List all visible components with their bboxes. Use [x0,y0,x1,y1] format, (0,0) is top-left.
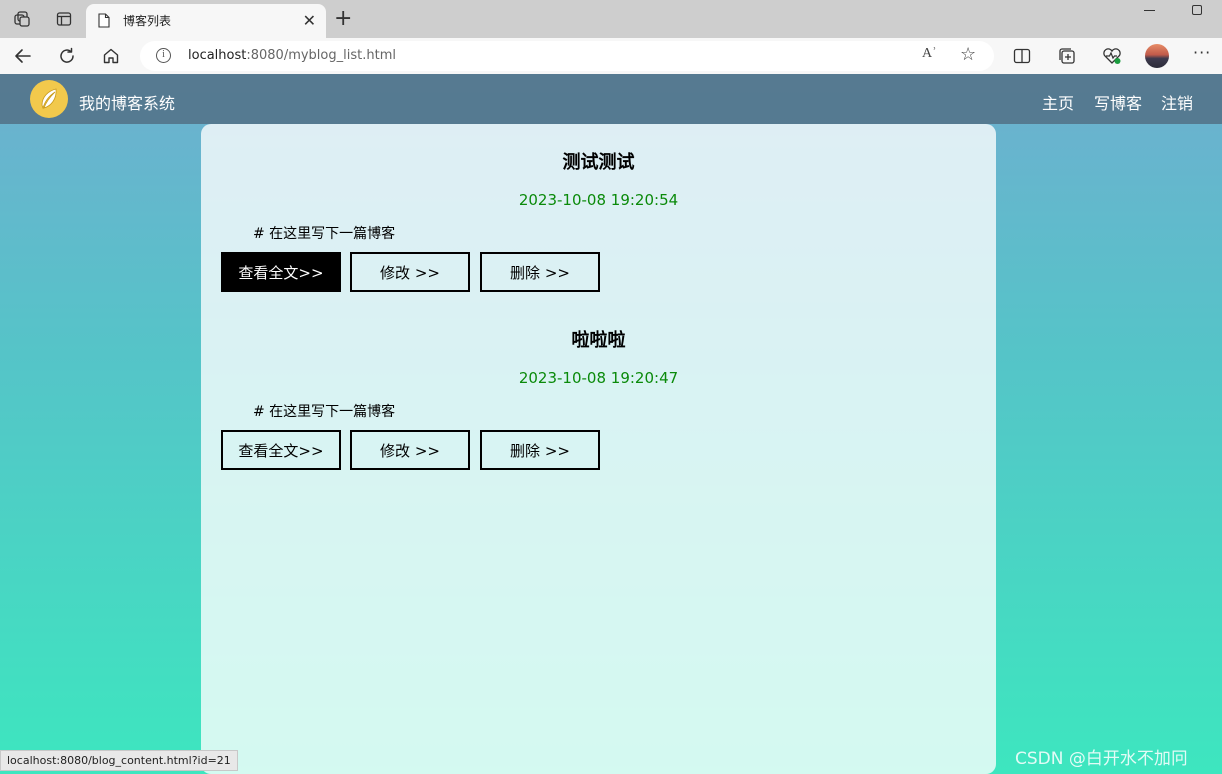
browser-toolbar: i localhost:8080/myblog_list.html Aʾ ☆ ·… [0,38,1222,74]
browser-tab-bar: 博客列表 ✕ + [0,0,1222,38]
delete-button[interactable]: 删除 >> [480,430,600,470]
site-title: 我的博客系统 [79,94,176,113]
blog-description: # 在这里写下一篇博客 [253,404,396,420]
blog-title: 测试测试 [562,152,635,173]
favorite-star-icon[interactable]: ☆ [960,44,976,65]
status-link-tooltip: localhost:8080/blog_content.html?id=21 [0,750,238,771]
blog-title: 啦啦啦 [571,330,626,351]
watermark: CSDN @白开水不加冋 [1015,749,1188,769]
url-text[interactable]: localhost:8080/myblog_list.html [188,48,396,63]
active-tab[interactable]: 博客列表 ✕ [86,4,326,38]
view-full-button[interactable]: 查看全文>> [221,430,341,470]
site-navbar: 我的博客系统 主页 写博客 注销 [0,74,1222,124]
minimize-icon[interactable] [1144,10,1155,11]
feather-logo-icon [30,80,68,118]
more-icon[interactable]: ··· [1193,43,1211,62]
workspaces-icon[interactable] [12,9,32,29]
edit-button[interactable]: 修改 >> [350,252,470,292]
page-icon [98,13,110,32]
profile-avatar[interactable] [1145,44,1169,68]
performance-icon[interactable] [1100,44,1124,68]
back-icon[interactable] [11,44,35,68]
tab-actions-icon[interactable] [54,9,74,29]
home-icon[interactable] [99,44,123,68]
nav-link-write-blog[interactable]: 写博客 [1094,90,1142,114]
tab-title: 博客列表 [123,14,172,28]
blog-description: # 在这里写下一篇博客 [253,226,396,242]
split-screen-icon[interactable] [1010,44,1034,68]
new-tab-icon[interactable]: + [334,7,352,31]
page-viewport: 我的博客系统 主页 写博客 注销 测试测试 2023-10-08 19:20:5… [0,74,1222,774]
nav-link-home[interactable]: 主页 [1042,90,1074,114]
edit-button[interactable]: 修改 >> [350,430,470,470]
address-bar[interactable]: i localhost:8080/myblog_list.html Aʾ ☆ [140,41,994,71]
nav-link-logout[interactable]: 注销 [1161,90,1193,114]
collections-icon[interactable] [1055,44,1079,68]
read-aloud-icon[interactable]: Aʾ [922,46,937,62]
delete-button[interactable]: 删除 >> [480,252,600,292]
view-full-button[interactable]: 查看全文>> [221,252,341,292]
close-tab-icon[interactable]: ✕ [303,12,316,30]
maximize-icon[interactable] [1192,5,1202,15]
blog-date: 2023-10-08 19:20:54 [518,191,679,209]
blog-list-container: 测试测试 2023-10-08 19:20:54 # 在这里写下一篇博客 查看全… [201,124,996,774]
blog-date: 2023-10-08 19:20:47 [518,369,679,387]
refresh-icon[interactable] [55,44,79,68]
info-icon[interactable]: i [156,48,171,63]
